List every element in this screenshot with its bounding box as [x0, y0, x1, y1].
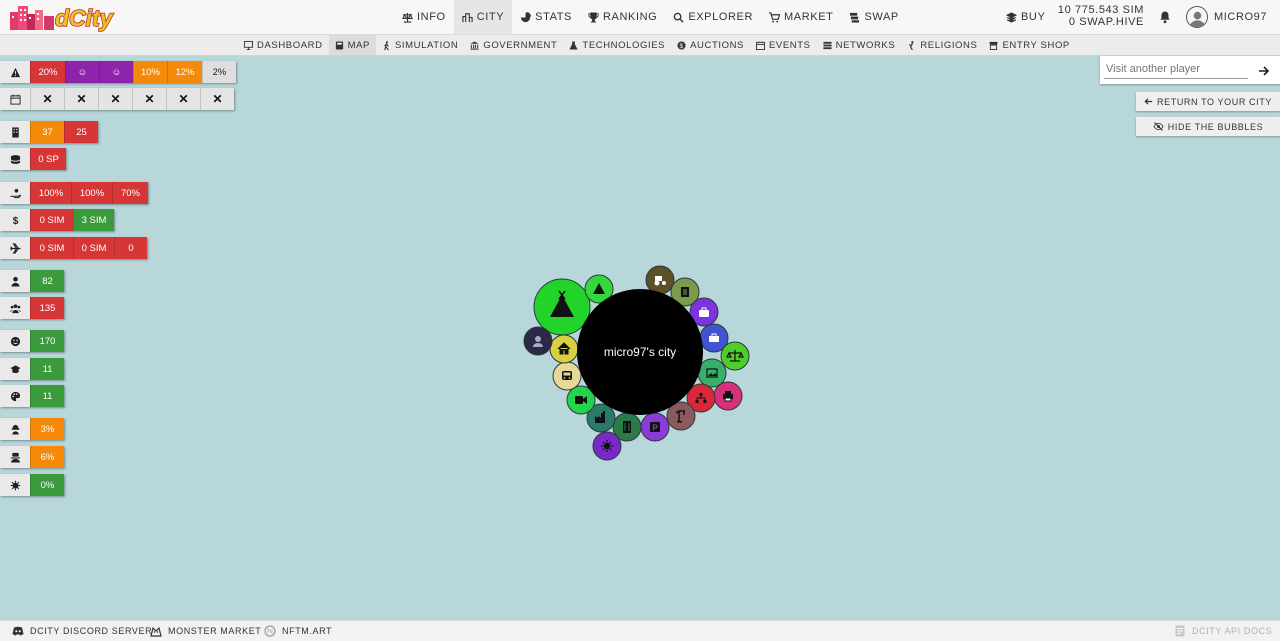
- stat-value[interactable]: 170: [30, 330, 64, 352]
- footer-nftm-link[interactable]: NFTM.ART: [264, 621, 332, 641]
- arrow-right-icon[interactable]: [1258, 64, 1270, 76]
- event-slot-empty[interactable]: ✕: [200, 88, 234, 110]
- building-bubble-printer[interactable]: [713, 381, 743, 411]
- footer-api-docs-link[interactable]: dCity API Docs: [1174, 621, 1272, 641]
- visit-player-input[interactable]: [1104, 60, 1248, 79]
- stat-row-virus: 0%: [0, 474, 64, 496]
- arrow-left-icon: [1144, 97, 1153, 106]
- stat-value[interactable]: 135: [30, 297, 64, 319]
- stat-value[interactable]: 3 SIM: [73, 209, 114, 231]
- office-icon: [623, 421, 631, 433]
- event-slot-empty[interactable]: ✕: [30, 88, 64, 110]
- stat-value[interactable]: ☺: [65, 61, 99, 83]
- warning-icon[interactable]: [0, 61, 30, 83]
- stat-value[interactable]: 100%: [30, 182, 71, 204]
- stat-row-plane: 0 SIM 0 SIM 0: [0, 237, 147, 259]
- monster-icon: [150, 625, 162, 637]
- docs-icon: [1174, 625, 1186, 637]
- smile-icon[interactable]: [0, 330, 30, 352]
- stat-value[interactable]: 0 SIM: [30, 237, 73, 259]
- graduation-cap-icon[interactable]: [0, 358, 30, 380]
- stat-value[interactable]: 0 SIM: [30, 209, 73, 231]
- svg-text:$: $: [12, 216, 18, 226]
- stat-value[interactable]: 0%: [30, 474, 64, 496]
- people-icon[interactable]: [0, 297, 30, 319]
- stat-value[interactable]: 0 SIM: [73, 237, 114, 259]
- thief-icon[interactable]: [0, 418, 30, 440]
- stat-row-people: 135: [0, 297, 64, 319]
- visit-player-box: [1100, 56, 1280, 84]
- event-slot-empty[interactable]: ✕: [166, 88, 200, 110]
- stat-value[interactable]: 11: [30, 385, 64, 407]
- bus-icon: [562, 371, 572, 380]
- stat-row-palette: 11: [0, 385, 64, 407]
- city-name: micro97's city: [604, 345, 676, 359]
- stat-value[interactable]: ☺: [99, 61, 133, 83]
- stat-value[interactable]: 82: [30, 270, 64, 292]
- building-bubble-camping[interactable]: [533, 278, 591, 336]
- stat-row-dollar: $0 SIM 3 SIM: [0, 209, 114, 231]
- stat-value[interactable]: 25: [64, 121, 98, 143]
- footer-discord-link[interactable]: dCity Discord Server: [12, 621, 152, 641]
- stat-value[interactable]: 3%: [30, 418, 64, 440]
- stat-value[interactable]: 70%: [112, 182, 148, 204]
- stat-value[interactable]: 6%: [30, 446, 64, 468]
- plane-icon[interactable]: [0, 237, 30, 259]
- footer: dCity Discord Server Monster Market NFTM…: [0, 620, 1280, 641]
- stat-row-building: 37 25: [0, 121, 98, 143]
- stat-value[interactable]: 12%: [167, 61, 202, 83]
- event-slot-empty[interactable]: ✕: [64, 88, 98, 110]
- parking-icon: P: [650, 422, 660, 433]
- building-bubble-bus[interactable]: [552, 361, 582, 391]
- calendar-icon[interactable]: [0, 88, 30, 110]
- building-bubble-home[interactable]: [549, 334, 579, 364]
- footer-monster-market-link[interactable]: Monster Market: [150, 621, 261, 641]
- discord-icon: [12, 625, 24, 637]
- stat-value[interactable]: 11: [30, 358, 64, 380]
- stat-row-unemployed: 6%: [0, 446, 64, 468]
- clipboard-icon: [681, 287, 689, 297]
- hand-coin-icon[interactable]: [0, 182, 30, 204]
- building-bubble-image[interactable]: [697, 358, 727, 388]
- stat-row-thief: 3%: [0, 418, 64, 440]
- nftm-icon: [264, 625, 276, 637]
- stat-row-graduation-cap: 11: [0, 358, 64, 380]
- stat-row-warning: 20% ☺ ☺ 10% 12% 2%: [0, 61, 236, 83]
- stat-row-hand-coin: 100% 100% 70%: [0, 182, 148, 204]
- person-icon[interactable]: [0, 270, 30, 292]
- event-slot-empty[interactable]: ✕: [132, 88, 166, 110]
- stat-value[interactable]: 2%: [202, 61, 236, 83]
- stat-value[interactable]: 0 SP: [30, 148, 66, 170]
- building-bubble-virus-bubble[interactable]: [592, 431, 622, 461]
- building-icon[interactable]: [0, 121, 30, 143]
- stat-row-calendar: ✕ ✕ ✕ ✕ ✕ ✕: [0, 88, 234, 110]
- hide-bubbles-button[interactable]: Hide the bubbles: [1136, 117, 1280, 136]
- eye-slash-icon: [1153, 122, 1164, 131]
- return-to-city-button[interactable]: Return to your city: [1136, 92, 1280, 111]
- stat-row-person: 82: [0, 270, 64, 292]
- virus-icon[interactable]: [0, 474, 30, 496]
- coins-icon[interactable]: [0, 148, 30, 170]
- stat-value[interactable]: 37: [30, 121, 64, 143]
- stat-value[interactable]: 10%: [133, 61, 167, 83]
- svg-text:P: P: [652, 424, 658, 433]
- unemployed-icon[interactable]: [0, 446, 30, 468]
- palette-icon[interactable]: [0, 385, 30, 407]
- building-bubble-user-tie[interactable]: [523, 326, 553, 356]
- building-bubble-tractor[interactable]: [645, 265, 675, 295]
- stat-row-coins: 0 SP: [0, 148, 66, 170]
- building-bubble-parking[interactable]: P: [640, 412, 670, 442]
- stat-value[interactable]: 0: [114, 237, 147, 259]
- stat-value[interactable]: 20%: [30, 61, 65, 83]
- stat-value[interactable]: 100%: [71, 182, 112, 204]
- event-slot-empty[interactable]: ✕: [98, 88, 132, 110]
- dollar-icon[interactable]: $: [0, 209, 30, 231]
- building-bubble-justice[interactable]: [720, 341, 750, 371]
- stat-row-smile: 170: [0, 330, 64, 352]
